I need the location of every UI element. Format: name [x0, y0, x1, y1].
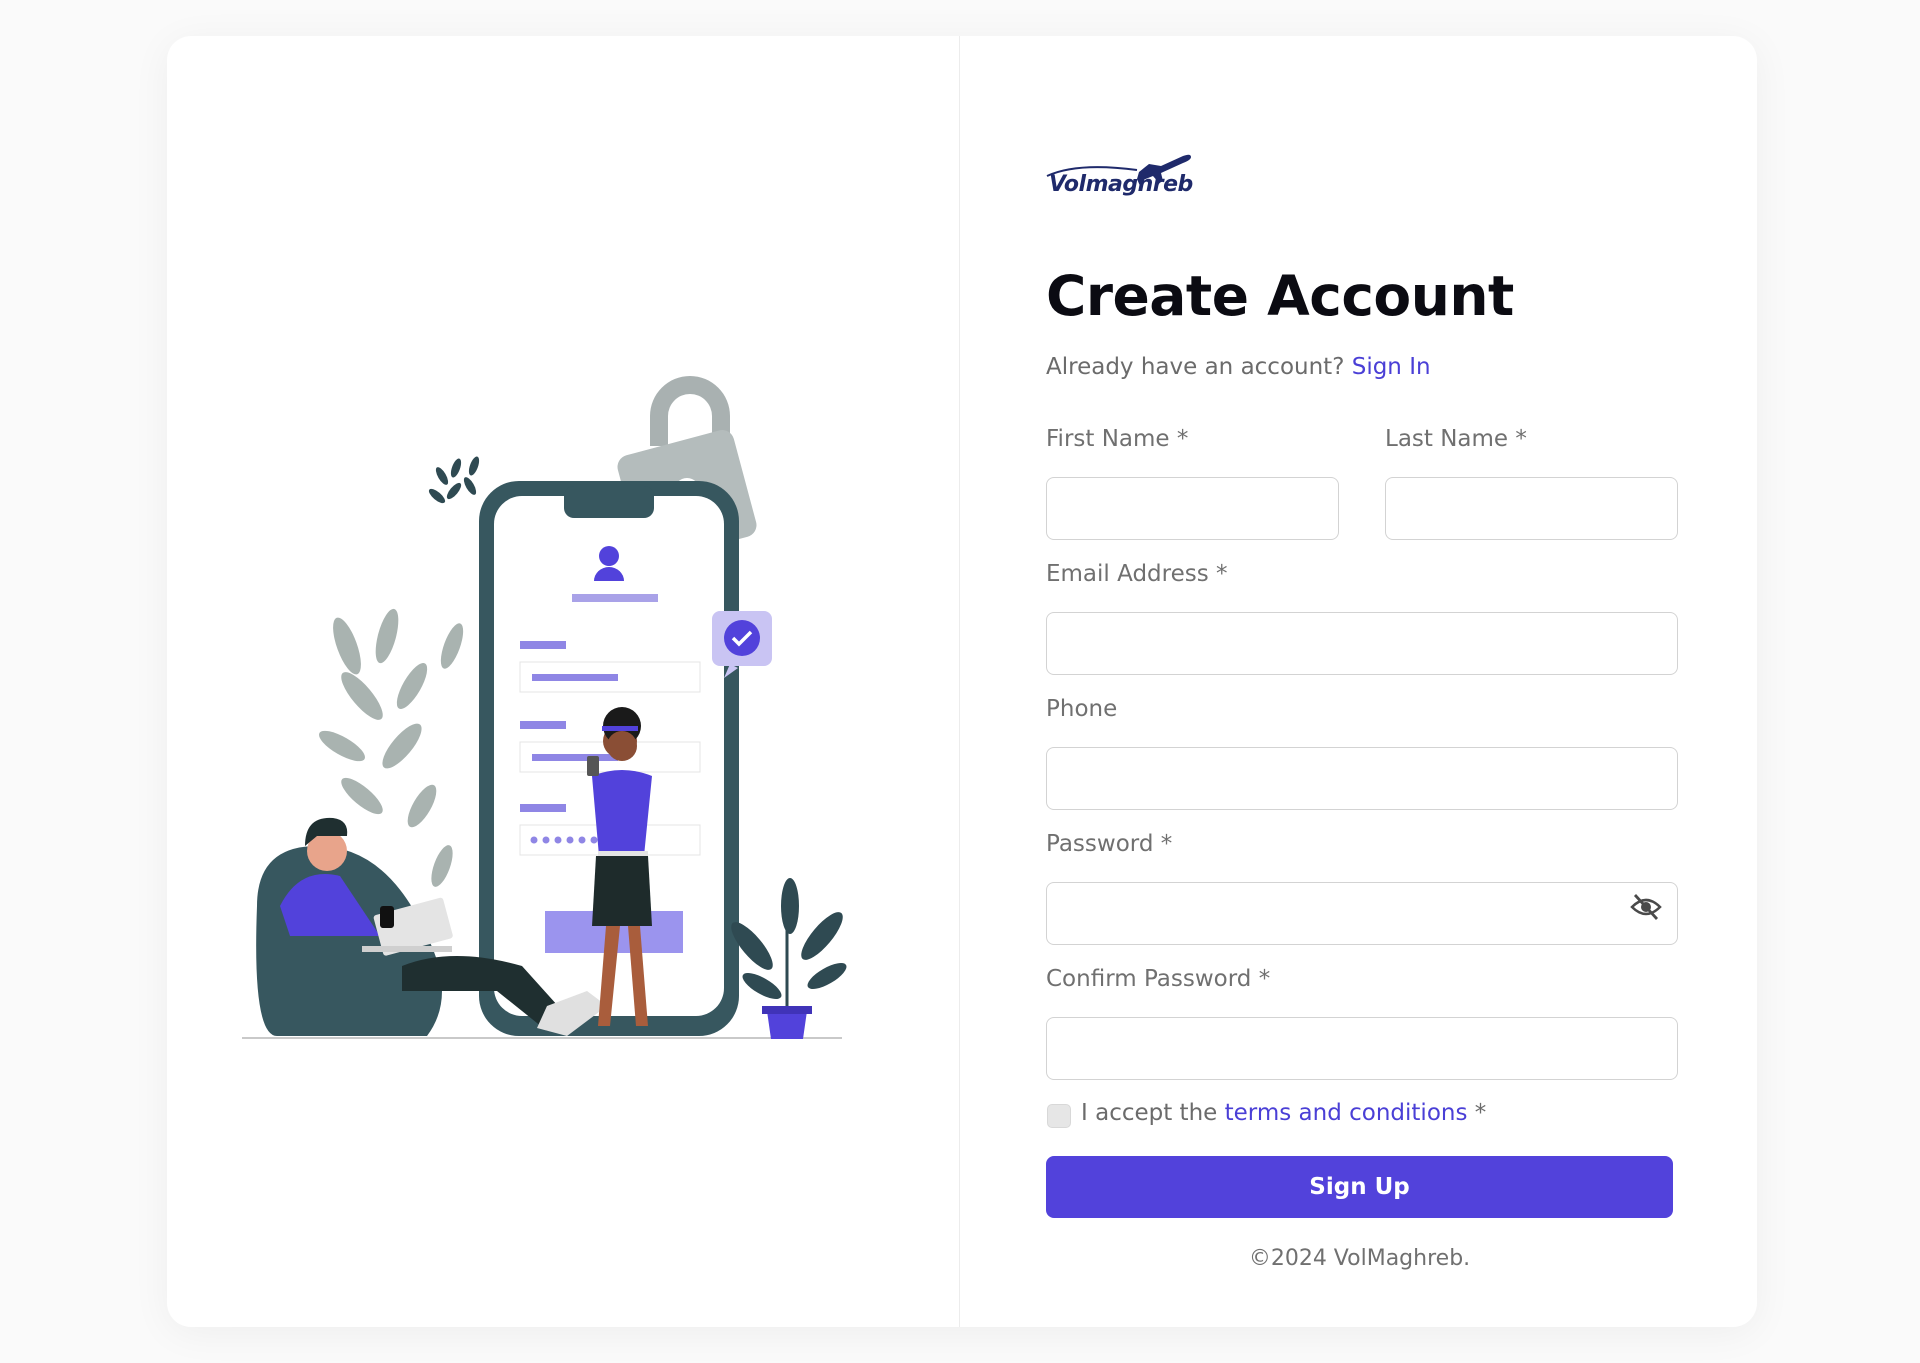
terms-link[interactable]: terms and conditions	[1225, 1100, 1468, 1126]
first-name-input[interactable]	[1046, 477, 1339, 540]
confirm-password-label: Confirm Password *	[1046, 966, 1271, 992]
signup-card: Volmaghreb Create Account Already have a…	[167, 36, 1757, 1327]
signup-illustration	[242, 376, 847, 1039]
first-name-label: First Name *	[1046, 426, 1189, 452]
email-label: Email Address *	[1046, 561, 1228, 587]
signup-form-panel: Volmaghreb Create Account Already have a…	[961, 36, 1757, 1327]
sign-up-button[interactable]: Sign Up	[1046, 1156, 1673, 1218]
password-label: Password *	[1046, 831, 1173, 857]
eye-slash-icon[interactable]	[1630, 893, 1662, 921]
logo-text: Volmaghreb	[1049, 172, 1193, 197]
copyright-footer: ©2024 VolMaghreb.	[1248, 1246, 1471, 1271]
terms-label: I accept the terms and conditions *	[1081, 1100, 1486, 1126]
password-input[interactable]	[1046, 882, 1678, 945]
sign-in-link[interactable]: Sign In	[1352, 354, 1431, 380]
phone-label: Phone	[1046, 696, 1118, 722]
last-name-label: Last Name *	[1385, 426, 1527, 452]
phone-input[interactable]	[1046, 747, 1678, 810]
terms-required-mark: *	[1474, 1100, 1487, 1126]
email-input[interactable]	[1046, 612, 1678, 675]
last-name-input[interactable]	[1385, 477, 1678, 540]
signin-prompt: Already have an account? Sign In	[1046, 354, 1431, 380]
potted-plant-illustration	[731, 878, 847, 1039]
illustration-panel	[167, 36, 960, 1327]
terms-checkbox[interactable]	[1047, 1104, 1071, 1128]
terms-prefix: I accept the	[1081, 1100, 1218, 1126]
page-title: Create Account	[1046, 264, 1514, 328]
brand-logo[interactable]: Volmaghreb	[1043, 132, 1203, 222]
confirm-password-input[interactable]	[1046, 1017, 1678, 1080]
signin-prompt-text: Already have an account?	[1046, 354, 1345, 380]
